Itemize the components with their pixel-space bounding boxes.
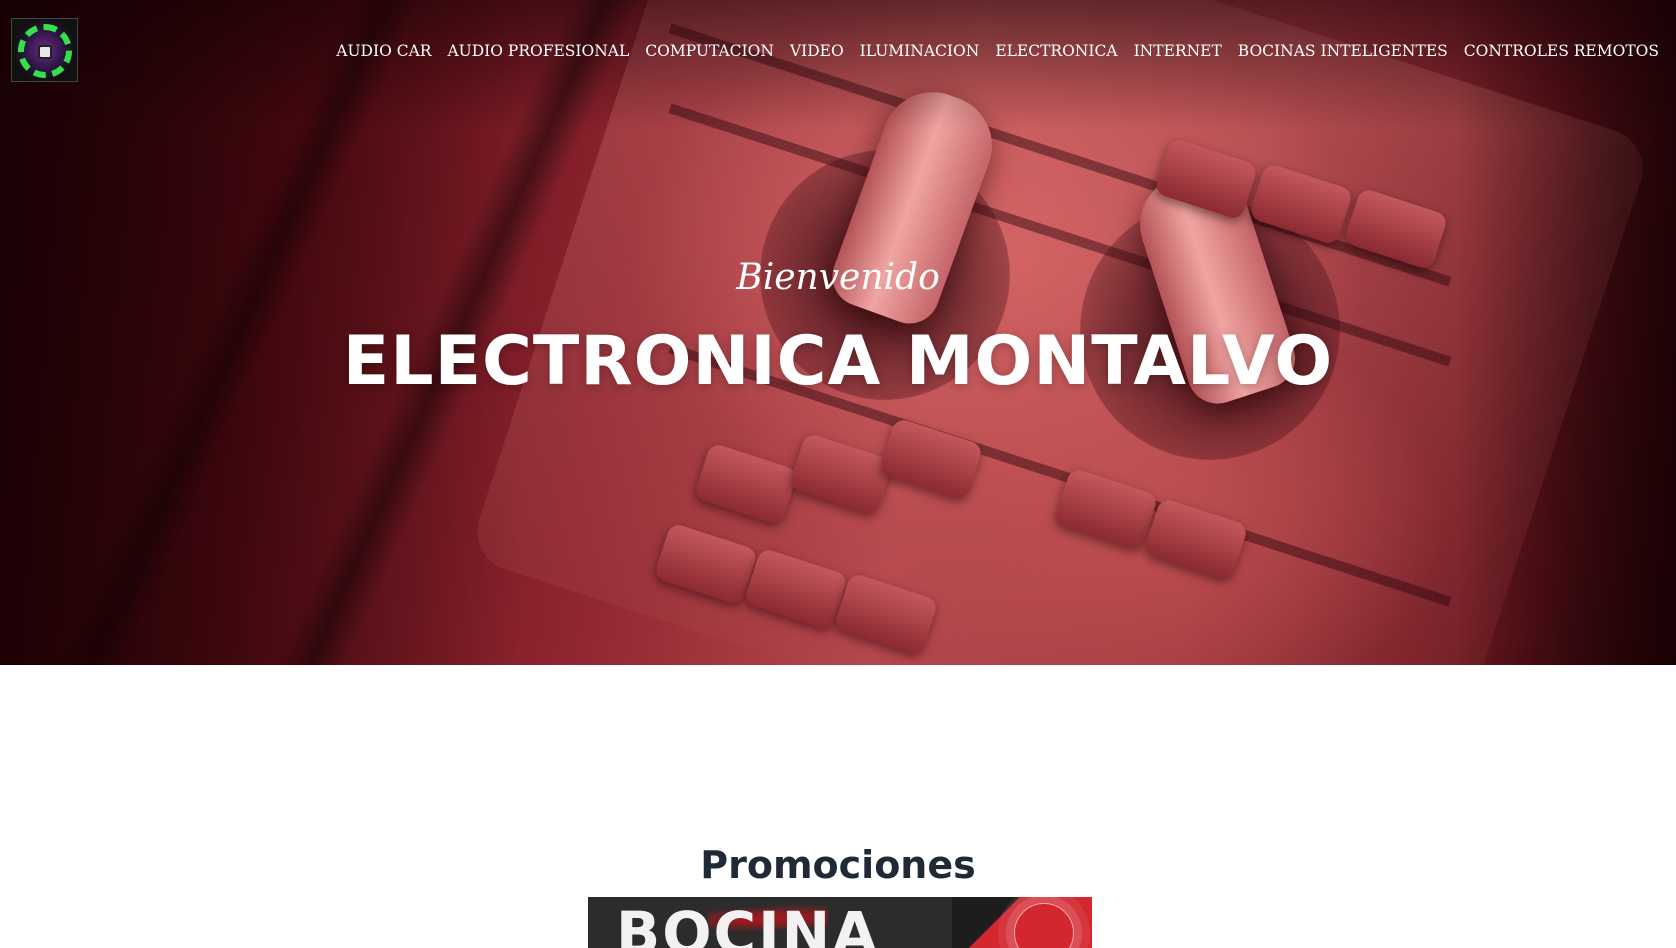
main-nav: AUDIO CAR AUDIO PROFESIONAL COMPUTACION … [328,40,1667,64]
nav-item-audio-car[interactable]: AUDIO CAR [328,40,439,64]
hero-section: Bienvenido ELECTRONICA MONTALVO [0,0,1676,665]
nav-item-audio-profesional[interactable]: AUDIO PROFESIONAL [439,40,637,64]
site-logo[interactable] [11,18,78,82]
nav-item-video[interactable]: VIDEO [782,40,852,64]
hero-shade-top [0,0,1676,130]
speaker-icon [38,45,52,59]
nav-item-bocinas-inteligentes[interactable]: BOCINAS INTELIGENTES [1230,40,1456,64]
nav-item-iluminacion[interactable]: ILUMINACION [852,40,988,64]
nav-item-controles-remotos[interactable]: CONTROLES REMOTOS [1456,40,1667,64]
hero-title: ELECTRONICA MONTALVO [342,322,1334,401]
banner-text: BOCINA [616,899,880,948]
promo-banner[interactable]: BOCINA [588,897,1092,948]
promociones-heading: Promociones [700,843,976,887]
hero-subtitle: Bienvenido [736,257,940,298]
nav-item-internet[interactable]: INTERNET [1126,40,1230,64]
nav-item-computacion[interactable]: COMPUTACION [637,40,782,64]
nav-item-electronica[interactable]: ELECTRONICA [987,40,1125,64]
